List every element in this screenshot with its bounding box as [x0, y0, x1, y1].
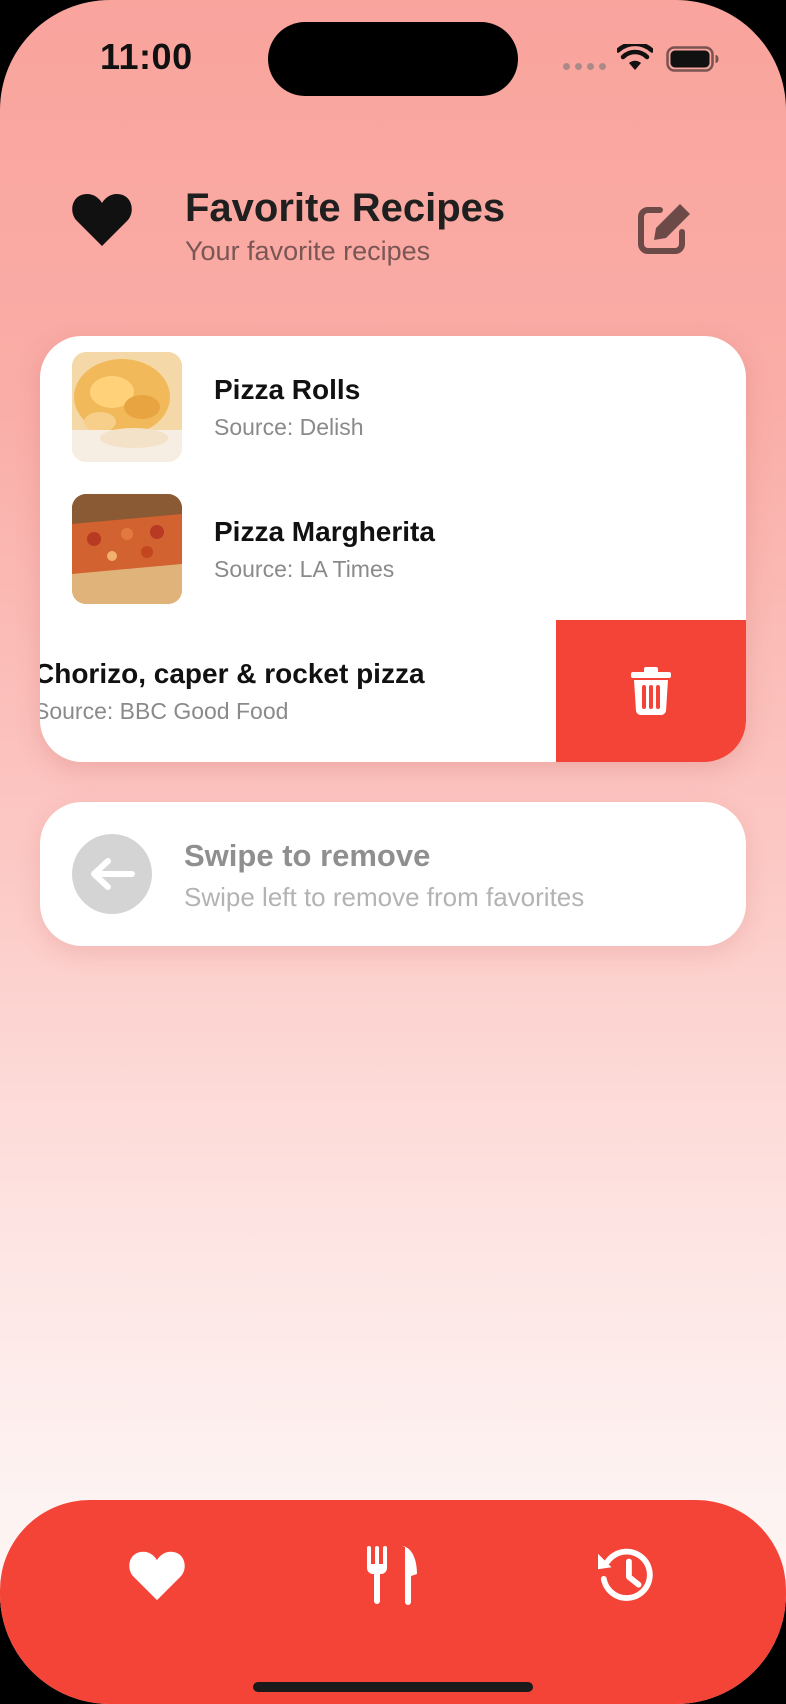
recipe-thumbnail: [72, 352, 182, 462]
edit-button[interactable]: [636, 200, 694, 256]
recipe-row[interactable]: Pizza Margherita Source: LA Times: [40, 478, 746, 620]
page-title: Favorite Recipes: [185, 186, 506, 230]
cellular-signal-icon: [563, 63, 606, 70]
app-screen: 11:00 Favorite Recipes Your favorite rec…: [0, 0, 786, 1704]
tab-recipes[interactable]: [343, 1530, 443, 1620]
recipe-source: Source: Delish: [214, 414, 364, 440]
battery-icon: [666, 46, 719, 72]
home-indicator[interactable]: [253, 1682, 533, 1692]
tab-history[interactable]: [577, 1530, 677, 1620]
dynamic-island: [268, 22, 518, 96]
fork-knife-icon: [367, 1546, 417, 1605]
history-icon: [598, 1548, 653, 1601]
hint-icon-circle: [72, 834, 152, 914]
arrow-left-icon: [91, 858, 135, 890]
recipe-title: Pizza Rolls: [214, 374, 361, 405]
recipe-source: Source: LA Times: [214, 556, 395, 582]
trash-icon: [631, 667, 671, 716]
favorites-list: Pizza Rolls Source: Delish Pizza Margher…: [40, 336, 746, 762]
swipe-hint-card: Swipe to remove Swipe left to remove fro…: [40, 802, 746, 946]
wifi-icon: [617, 44, 653, 70]
hint-subtitle: Swipe left to remove from favorites: [184, 882, 585, 912]
tab-favorites[interactable]: [107, 1530, 207, 1620]
recipe-source: Source: BBC Good Food: [40, 698, 289, 724]
delete-button[interactable]: [556, 620, 746, 762]
recipe-title: Chorizo, caper & rocket pizza: [40, 658, 425, 689]
edit-icon: [638, 204, 690, 254]
recipe-thumbnail: [72, 494, 182, 604]
heart-icon: [72, 194, 132, 246]
heart-icon: [129, 1551, 185, 1601]
phone-frame: 11:00 Favorite Recipes Your favorite rec…: [0, 0, 786, 1704]
recipe-row-swiped[interactable]: Chorizo, caper & rocket pizza Source: BB…: [40, 620, 746, 762]
status-time: 11:00: [100, 36, 193, 77]
recipe-row[interactable]: Pizza Rolls Source: Delish: [40, 336, 746, 478]
tab-bar: [0, 1500, 786, 1704]
hint-title: Swipe to remove: [184, 838, 431, 873]
page-subtitle: Your favorite recipes: [185, 236, 431, 266]
recipe-title: Pizza Margherita: [214, 516, 435, 547]
